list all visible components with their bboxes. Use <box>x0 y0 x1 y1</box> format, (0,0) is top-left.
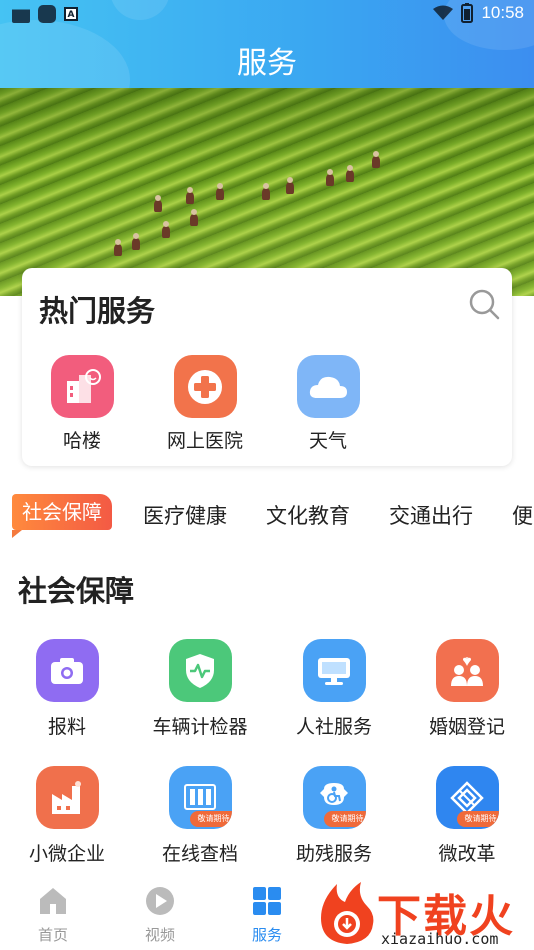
service-disability-assistance[interactable]: 敬请期待 助残服务 <box>267 766 401 866</box>
nav-video[interactable]: 视频 <box>120 886 200 945</box>
diamond-icon: 敬请期待 <box>435 766 499 829</box>
tab-convenience[interactable]: 便 <box>512 500 533 530</box>
service-online-archive[interactable]: 敬请期待 在线查档 <box>133 766 267 866</box>
shopping-bag-icon <box>12 9 30 23</box>
service-label: 微改革 <box>438 843 496 865</box>
a-letter-icon: A <box>64 7 78 21</box>
service-report[interactable]: 报料 <box>0 639 134 739</box>
header: A 10:58 服务 <box>0 0 534 88</box>
service-micro-reform[interactable]: 敬请期待 微改革 <box>400 766 534 866</box>
camera-icon <box>35 639 99 702</box>
watermark-url: xiazaihuo.com <box>381 930 499 948</box>
couple-heart-icon <box>435 639 499 702</box>
wifi-icon <box>433 5 454 20</box>
nav-label: 服务 <box>251 926 282 944</box>
hot-service-weather[interactable]: 天气 <box>273 355 383 453</box>
service-marriage-registration[interactable]: 婚姻登记 <box>400 639 534 739</box>
tab-transportation[interactable]: 交通出行 <box>389 500 473 530</box>
factory-icon <box>35 766 99 829</box>
nav-label: 首页 <box>37 926 68 944</box>
nav-service[interactable]: 服务 <box>227 886 307 945</box>
building-smile-icon <box>50 355 114 418</box>
hot-service-label: 天气 <box>308 430 347 452</box>
coming-soon-badge: 敬请期待 <box>323 811 366 827</box>
archive-icon: 敬请期待 <box>168 766 232 829</box>
service-label: 助残服务 <box>295 843 372 865</box>
service-label: 婚姻登记 <box>428 716 505 738</box>
nav-home[interactable]: 首页 <box>13 886 93 945</box>
hot-service-online-hospital[interactable]: 网上医院 <box>150 355 260 453</box>
coming-soon-badge: 敬请期待 <box>456 811 499 827</box>
service-social-insurance[interactable]: 人社服务 <box>267 639 401 739</box>
shield-pulse-icon <box>168 639 232 702</box>
service-label: 在线查档 <box>161 843 238 865</box>
category-tabs: 社会保障 医疗健康 文化教育 交通出行 便 <box>0 490 534 540</box>
app-notification-icon <box>38 5 56 23</box>
banner-image[interactable] <box>0 88 534 296</box>
coming-soon-badge: 敬请期待 <box>189 811 232 827</box>
medical-cross-icon <box>173 355 237 418</box>
wheelchair-icon: 敬请期待 <box>302 766 366 829</box>
tab-medical-health[interactable]: 医疗健康 <box>143 500 227 530</box>
section-title: 社会保障 <box>18 574 135 608</box>
status-bar: A 10:58 <box>0 0 534 28</box>
service-label: 报料 <box>47 716 86 738</box>
monitor-icon <box>302 639 366 702</box>
tab-culture-education[interactable]: 文化教育 <box>266 500 350 530</box>
status-time: 10:58 <box>481 3 524 22</box>
service-label: 人社服务 <box>295 716 372 738</box>
search-icon[interactable] <box>468 288 500 320</box>
service-label: 车辆计检器 <box>152 716 248 738</box>
service-vehicle-inspection[interactable]: 车辆计检器 <box>133 639 267 739</box>
hot-service-label: 哈楼 <box>62 430 101 452</box>
tab-social-security[interactable]: 社会保障 <box>12 494 112 538</box>
nav-label: 视频 <box>144 926 175 944</box>
hot-services-title: 热门服务 <box>39 294 156 328</box>
play-icon <box>146 887 174 915</box>
service-small-business[interactable]: 小微企业 <box>0 766 134 866</box>
service-label: 小微企业 <box>28 843 105 865</box>
hot-service-halou[interactable]: 哈楼 <box>27 355 137 453</box>
battery-icon <box>461 3 474 23</box>
watermark: 下载火 xiazaihuo.com <box>315 878 534 950</box>
home-icon <box>40 888 66 914</box>
hot-service-label: 网上医院 <box>166 430 243 452</box>
flame-logo-icon <box>321 882 374 944</box>
cloud-icon <box>296 355 360 418</box>
grid-icon <box>253 887 281 915</box>
page-title: 服务 <box>237 46 297 81</box>
hot-services-card: 热门服务 哈楼 网上医院 天气 <box>22 268 512 466</box>
